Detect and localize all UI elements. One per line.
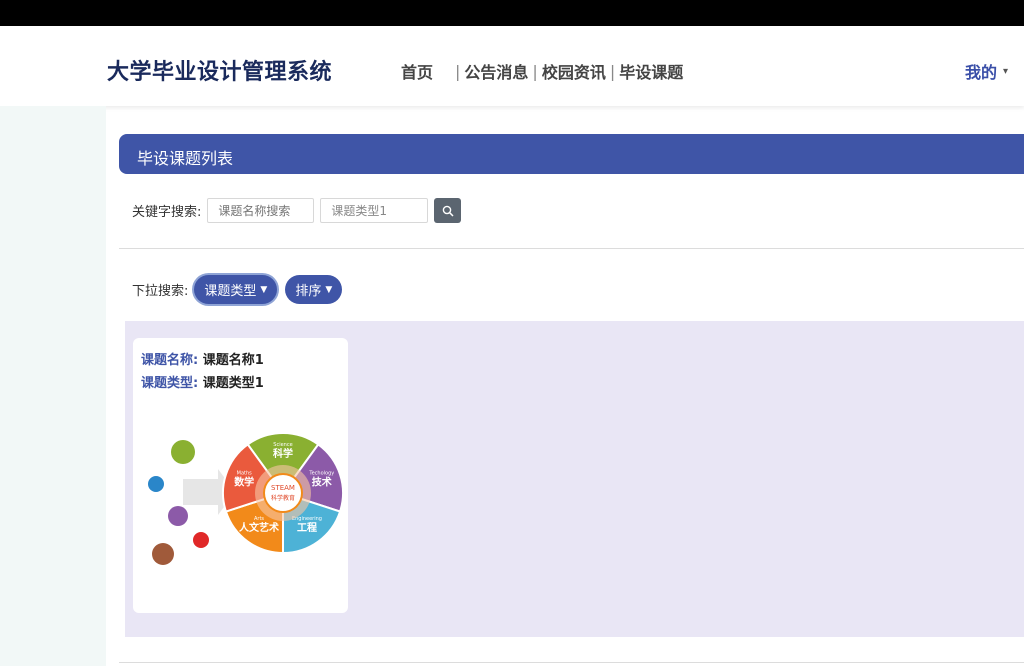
- wheel-segment-en-label: Techology: [308, 470, 334, 476]
- sort-dropdown-button[interactable]: 排序 ▼: [285, 275, 343, 304]
- topic-name-field: 课题名称: 课题名称1: [141, 349, 264, 368]
- caret-down-icon: ▼: [325, 284, 333, 295]
- bubble: [148, 476, 164, 492]
- bubble: [168, 506, 188, 526]
- wheel-segment-cn-label: 技术: [312, 475, 332, 488]
- topic-type-dropdown-button[interactable]: 课题类型 ▼: [194, 275, 278, 304]
- user-menu-label: 我的: [965, 63, 998, 82]
- bubble: [193, 532, 209, 548]
- center-cn-label: 科学教育: [271, 494, 295, 502]
- wheel-segment-cn-label: 科学: [273, 447, 293, 460]
- center-circle: [263, 473, 303, 513]
- topic-list-area: 课题名称: 课题名称1 课题类型: 课题类型1 Science 科学 Techolo…: [125, 321, 1024, 637]
- nav-separator: |: [455, 61, 461, 81]
- wheel-segment-cn-label: 工程: [297, 521, 317, 534]
- dropdown-search-label: 下拉搜索:: [132, 284, 189, 299]
- wheel-segment-en-label: Science: [273, 442, 292, 448]
- bubble: [152, 543, 174, 565]
- caret-down-icon: ▼: [260, 284, 268, 295]
- topic-type-value: 课题类型1: [202, 376, 264, 391]
- wheel-segment-cn-label: 数学: [234, 475, 254, 488]
- topic-type-dropdown-label: 课题类型: [204, 284, 257, 299]
- nav-campus-news[interactable]: 校园资讯: [542, 59, 606, 83]
- wheel-segment-en-label: Arts: [254, 516, 264, 522]
- topic-name-key: 课题名称:: [141, 353, 199, 368]
- steam-diagram-image[interactable]: Science科学Techology技术Engineering工程Arts人文艺…: [143, 404, 343, 579]
- site-title: 大学毕业设计管理系统: [107, 60, 333, 85]
- nav-home[interactable]: 首页: [401, 59, 433, 83]
- top-black-bar: [0, 0, 1024, 26]
- wheel-segment-en-label: Maths: [237, 470, 253, 476]
- user-menu-dropdown[interactable]: 我的 ▾: [965, 59, 1008, 83]
- keyword-search-label: 关键字搜索:: [132, 205, 202, 220]
- search-icon: [442, 205, 454, 217]
- section-divider: [119, 248, 1024, 249]
- topic-type-field: 课题类型: 课题类型1: [141, 372, 264, 391]
- wheel-segment-cn-label: 人文艺术: [239, 521, 279, 534]
- topic-name-search-input[interactable]: [207, 198, 315, 223]
- bubble: [171, 440, 195, 464]
- dropdown-filter-row: 下拉搜索: 课题类型 ▼ 排序 ▼: [132, 275, 343, 304]
- panel-title: 毕设课题列表: [137, 149, 234, 168]
- main-nav: 首页 | 公告消息 | 校园资讯 | 毕设课题: [401, 59, 683, 83]
- search-button[interactable]: [434, 198, 462, 223]
- topic-type-search-input[interactable]: [320, 198, 429, 223]
- chevron-down-icon: ▾: [1003, 65, 1009, 77]
- topic-name-value: 课题名称1: [202, 353, 264, 368]
- nav-separator: |: [532, 61, 538, 81]
- center-en-label: STEAM: [271, 484, 295, 492]
- bottom-divider: [119, 662, 1024, 663]
- left-sidebar-area: [0, 106, 106, 666]
- nav-announcements[interactable]: 公告消息: [464, 59, 528, 83]
- panel-header: 毕设课题列表: [119, 134, 1024, 174]
- nav-thesis-topics[interactable]: 毕设课题: [619, 59, 683, 83]
- topic-card[interactable]: 课题名称: 课题名称1 课题类型: 课题类型1 Science 科学 Techolo…: [133, 338, 348, 613]
- header-navbar: 大学毕业设计管理系统 首页 | 公告消息 | 校园资讯 | 毕设课题 我的 ▾: [0, 26, 1024, 106]
- nav-separator: |: [609, 61, 616, 81]
- sort-dropdown-label: 排序: [295, 284, 322, 299]
- keyword-search-row: 关键字搜索:: [132, 198, 462, 223]
- topic-type-key: 课题类型:: [141, 376, 199, 391]
